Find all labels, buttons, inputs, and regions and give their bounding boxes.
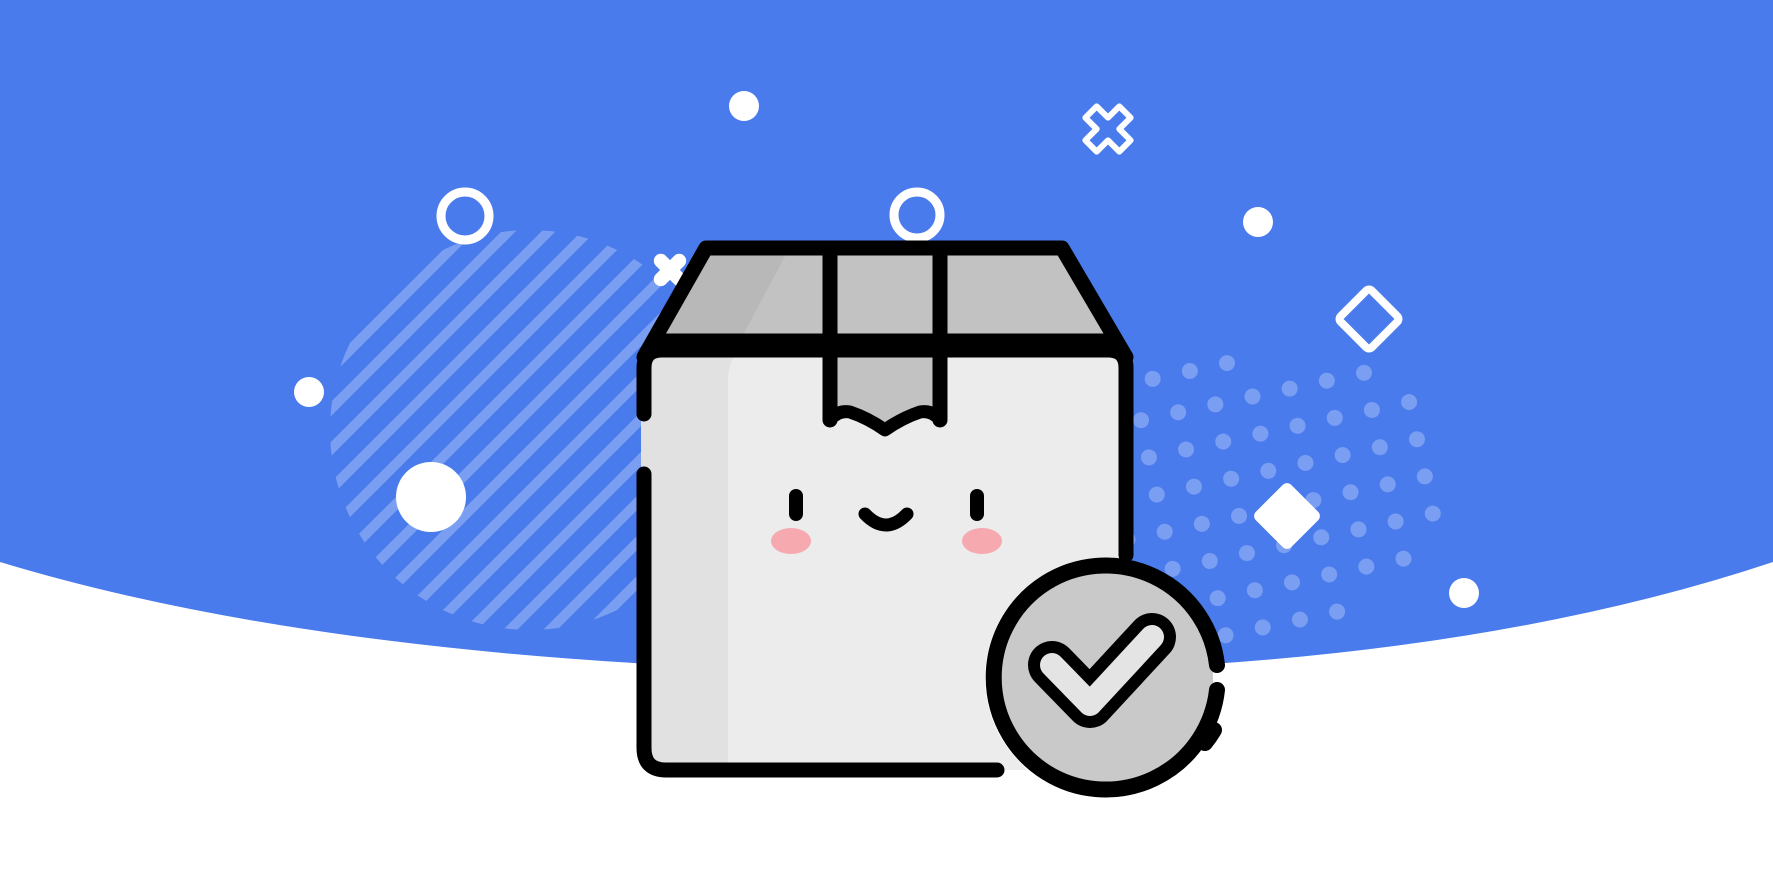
check-badge	[985, 557, 1225, 798]
hero-illustration	[0, 0, 1773, 877]
illustration-canvas	[0, 0, 1773, 798]
dot-decoration	[729, 91, 759, 121]
right-cheek	[962, 528, 1002, 554]
left-cheek	[771, 528, 811, 554]
dot-decoration	[294, 377, 324, 407]
dot-decoration	[1243, 207, 1273, 237]
dot-decoration	[396, 462, 466, 532]
dot-decoration	[1449, 578, 1479, 608]
